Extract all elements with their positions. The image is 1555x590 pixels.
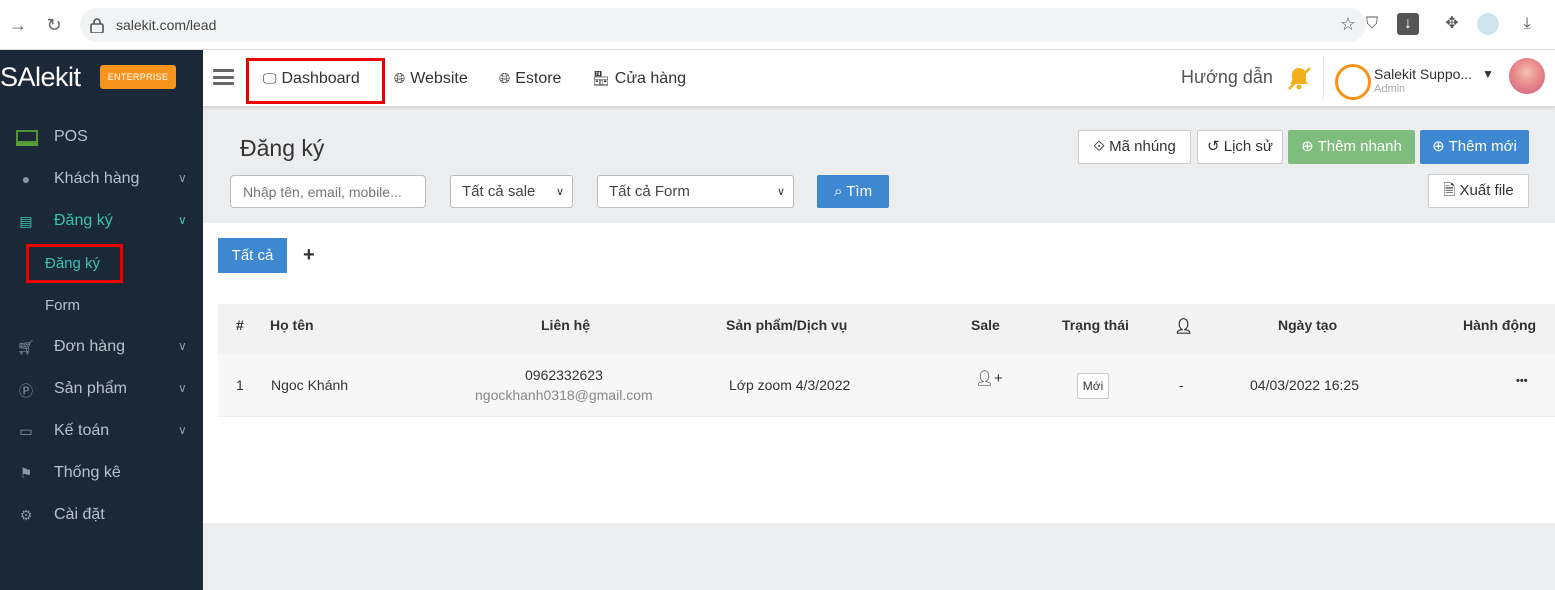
sidebar-item-customers[interactable]: ● Khách hàng ∨ — [0, 159, 203, 201]
sidebar-item-registrations[interactable]: ▤ Đăng ký ∨ — [0, 201, 203, 243]
assign-sale-icon[interactable]: 👤︎+ — [975, 369, 1003, 387]
bell-muted-icon[interactable] — [1285, 64, 1313, 92]
chevron-down-icon: ∨ — [178, 381, 187, 395]
help-link[interactable]: Hướng dẫn — [1181, 67, 1273, 88]
user-name[interactable]: Salekit Suppo... — [1374, 66, 1472, 82]
product-icon: Ⓟ — [19, 383, 33, 399]
sale-filter-select[interactable]: Tất cả sale ∨ — [450, 175, 573, 208]
search-icon: ⌕ — [833, 183, 847, 200]
globe-icon: 🌐︎ — [394, 70, 406, 86]
chevron-down-icon: ∨ — [555, 186, 564, 198]
chevron-down-icon: ∨ — [178, 213, 187, 227]
downloads-icon[interactable]: ⤓ — [1516, 13, 1538, 35]
cart-icon: 🛒︎ — [17, 339, 35, 355]
header-product: Sản phẩm/Dịch vụ — [726, 317, 848, 333]
sidebar-item-orders[interactable]: 🛒︎ Đơn hàng ∨ — [0, 327, 203, 369]
export-file-button[interactable]: 🗎︎ Xuất file — [1428, 174, 1529, 208]
nav-estore[interactable]: 🌐︎ Estore — [499, 70, 561, 88]
shop-logo-icon[interactable] — [1335, 64, 1371, 100]
header-created: Ngày tạo — [1278, 317, 1338, 333]
gear-icon: ⚙ — [19, 507, 33, 523]
download-extension-icon[interactable]: ↓ — [1397, 13, 1419, 35]
user-icon: 👤︎ — [1174, 318, 1194, 335]
row-created: 04/03/2022 16:25 — [1250, 377, 1359, 393]
sidebar-item-products[interactable]: Ⓟ Sản phẩm ∨ — [0, 369, 203, 411]
bookmark-star-icon[interactable]: ☆ — [1340, 14, 1356, 35]
chevron-down-icon: ∨ — [776, 186, 785, 198]
tab-all[interactable]: Tất cả — [218, 238, 287, 273]
status-badge[interactable]: Mới — [1077, 373, 1109, 399]
caret-down-icon[interactable]: ▼ — [1482, 67, 1494, 81]
form-filter-select[interactable]: Tất cả Form ∨ — [597, 175, 794, 208]
embed-icon: ⟐ — [1093, 138, 1110, 155]
row-product: Lớp zoom 4/3/2022 — [729, 377, 851, 393]
page-title: Đăng ký — [240, 135, 325, 161]
lock-icon — [90, 18, 104, 33]
add-new-button[interactable]: ⊕ Thêm mới — [1420, 130, 1529, 164]
address-bar[interactable]: salekit.com/lead ☆ — [80, 8, 1366, 42]
pos-icon — [16, 129, 38, 147]
quick-add-button[interactable]: ⊕ Thêm nhanh — [1288, 130, 1415, 164]
logo-text: SAlekit — [0, 62, 81, 92]
embed-code-button[interactable]: ⟐ Mã nhúng — [1078, 130, 1191, 164]
sidebar: SAlekit ENTERPRISE POS ● Khách hàng ∨ ▤ … — [0, 50, 203, 590]
user-icon: ● — [21, 171, 31, 187]
globe-icon: 🌐︎ — [499, 70, 511, 86]
nav-website[interactable]: 🌐︎ Website — [394, 70, 468, 88]
store-icon: 🏪︎ — [592, 70, 610, 86]
row-email: ngockhanh0318@gmail.com — [475, 387, 653, 403]
shield-icon[interactable]: ⛉ — [1361, 13, 1383, 35]
user-role: Admin — [1374, 83, 1406, 95]
header-status: Trạng thái — [1062, 317, 1129, 333]
top-header: 🖵︎ Dashboard 🌐︎ Website 🌐︎ Estore 🏪︎ Cửa hàn… — [203, 50, 1555, 106]
sidebar-item-settings[interactable]: ⚙ Cài đặt — [0, 495, 203, 537]
plus-circle-icon: ⊕ — [1301, 138, 1318, 155]
search-button[interactable]: ⌕ Tìm — [817, 175, 889, 208]
submenu-item-registrations[interactable]: Đăng ký — [45, 255, 100, 272]
row-action-menu-icon[interactable]: ••• — [1516, 375, 1528, 387]
monitor-icon: 🖵︎ — [263, 70, 277, 86]
plus-circle-icon: ⊕ — [1432, 138, 1449, 155]
edition-badge: ENTERPRISE — [100, 65, 176, 89]
url-text: salekit.com/lead — [116, 17, 217, 33]
row-index: 1 — [236, 377, 244, 393]
sidebar-item-statistics[interactable]: ⚑ Thống kê — [0, 453, 203, 495]
submenu-item-form[interactable]: Form — [45, 297, 80, 314]
search-input[interactable] — [230, 175, 426, 208]
table-header — [218, 304, 1555, 354]
nav-dashboard[interactable]: 🖵︎ Dashboard — [263, 70, 360, 88]
file-export-icon: 🗎︎ — [1443, 182, 1460, 199]
sidebar-item-accounting[interactable]: ▭ Kế toán ∨ — [0, 411, 203, 453]
puzzle-extension-icon[interactable]: ✥ — [1441, 13, 1463, 35]
add-tab-button[interactable]: + — [303, 244, 315, 267]
profile-icon[interactable] — [1477, 13, 1499, 35]
list-icon: ▤ — [19, 213, 33, 229]
history-icon: ↺ — [1207, 138, 1224, 155]
forward-icon[interactable]: → — [6, 13, 30, 37]
flag-icon: ⚑ — [19, 465, 33, 481]
chevron-down-icon: ∨ — [178, 171, 187, 185]
sidebar-item-pos[interactable]: POS — [0, 117, 203, 159]
history-button[interactable]: ↺ Lịch sử — [1197, 130, 1283, 164]
chevron-down-icon: ∨ — [178, 423, 187, 437]
nav-store[interactable]: 🏪︎ Cửa hàng — [592, 70, 686, 88]
credit-card-icon: ▭ — [19, 423, 33, 439]
row-phone: 0962332623 — [525, 367, 603, 383]
row-name[interactable]: Ngoc Khánh — [271, 377, 348, 393]
hamburger-menu-icon[interactable] — [213, 69, 234, 85]
header-name: Họ tên — [270, 317, 314, 333]
browser-toolbar: → ↻ salekit.com/lead ☆ ⛉ ↓ ✥ ⤓ — [0, 0, 1555, 50]
row-assignee: - — [1179, 377, 1184, 393]
header-divider — [1323, 56, 1324, 100]
avatar[interactable] — [1509, 58, 1545, 94]
header-action: Hành động — [1463, 317, 1537, 333]
header-contact: Liên hệ — [541, 317, 591, 333]
chevron-down-icon: ∨ — [178, 339, 187, 353]
header-index: # — [236, 317, 244, 333]
reload-icon[interactable]: ↻ — [42, 13, 66, 37]
header-sale: Sale — [971, 317, 1000, 333]
